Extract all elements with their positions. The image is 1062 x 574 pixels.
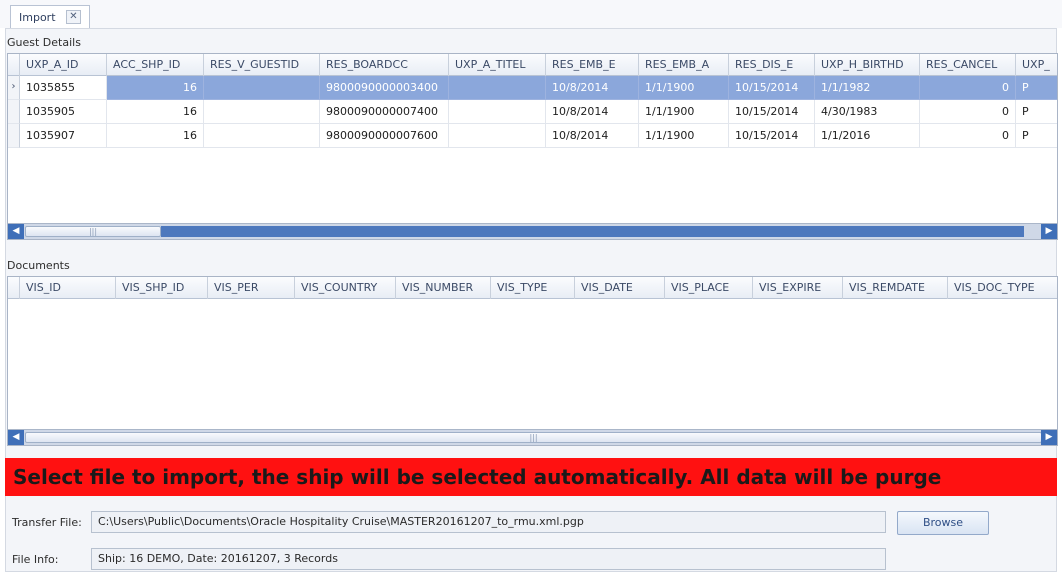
- guest-grid-header: UXP_A_ID ACC_SHP_ID RES_V_GUESTID RES_BOARD…: [8, 54, 1057, 76]
- table-cell[interactable]: 0: [920, 124, 1016, 148]
- table-cell[interactable]: 16: [107, 76, 204, 100]
- table-cell[interactable]: 10/8/2014: [546, 100, 639, 124]
- close-icon[interactable]: ✕: [66, 10, 81, 24]
- table-cell[interactable]: [449, 124, 546, 148]
- table-cell[interactable]: 10/15/2014: [729, 124, 815, 148]
- documents-grid[interactable]: VIS_ID VIS_SHP_ID VIS_PER VIS_COUNTRY VIS_NU…: [7, 276, 1058, 446]
- row-indicator[interactable]: [8, 124, 20, 148]
- tab-import-label: Import: [19, 10, 56, 24]
- guest-details-grid[interactable]: UXP_A_ID ACC_SHP_ID RES_V_GUESTID RES_BOARD…: [7, 53, 1058, 240]
- table-cell[interactable]: 1/1/2016: [815, 124, 920, 148]
- table-row[interactable]: › 1035855 16 9800090000003400 10/8/2014 1/1/1…: [8, 76, 1057, 100]
- guest-grid-hscroll[interactable]: ◀ ||| ▶: [8, 223, 1057, 239]
- table-cell[interactable]: 1035855: [20, 76, 107, 100]
- column-header-uxp[interactable]: UXP_: [1016, 54, 1057, 76]
- table-cell[interactable]: P: [1016, 76, 1057, 100]
- column-header-res-boardcc[interactable]: RES_BOARDCC: [320, 54, 449, 76]
- table-cell[interactable]: P: [1016, 124, 1057, 148]
- table-cell[interactable]: 1035907: [20, 124, 107, 148]
- column-header-vis-type[interactable]: VIS_TYPE: [491, 277, 575, 299]
- column-header-res-emb-e[interactable]: RES_EMB_E: [546, 54, 639, 76]
- column-header-uxp-a-id[interactable]: UXP_A_ID: [20, 54, 107, 76]
- table-cell[interactable]: 4/30/1983: [815, 100, 920, 124]
- transfer-file-label: Transfer File:: [12, 516, 82, 529]
- table-cell[interactable]: [449, 100, 546, 124]
- column-header-vis-remdate[interactable]: VIS_REMDATE: [843, 277, 948, 299]
- column-header-vis-shp-id[interactable]: VIS_SHP_ID: [116, 277, 208, 299]
- column-header-vis-id[interactable]: VIS_ID: [20, 277, 116, 299]
- documents-grid-hscroll[interactable]: ◀ ||| ▶: [8, 429, 1057, 445]
- table-cell[interactable]: 9800090000007400: [320, 100, 449, 124]
- column-header-vis-country[interactable]: VIS_COUNTRY: [295, 277, 396, 299]
- transfer-file-field[interactable]: C:\Users\Public\Documents\Oracle Hospita…: [91, 511, 886, 533]
- tab-import[interactable]: Import ✕: [10, 5, 90, 28]
- table-cell[interactable]: 10/15/2014: [729, 100, 815, 124]
- guest-details-label: Guest Details: [7, 36, 81, 49]
- table-cell[interactable]: 10/8/2014: [546, 76, 639, 100]
- table-cell[interactable]: 16: [107, 124, 204, 148]
- table-cell[interactable]: [204, 76, 320, 100]
- column-header-vis-date[interactable]: VIS_DATE: [575, 277, 665, 299]
- scroll-track[interactable]: [161, 226, 1024, 237]
- scroll-thumb[interactable]: |||: [25, 432, 1042, 443]
- table-row[interactable]: 1035905 16 9800090000007400 10/8/2014 1/1/19…: [8, 100, 1057, 124]
- browse-button[interactable]: Browse: [897, 511, 989, 535]
- table-cell[interactable]: 1/1/1982: [815, 76, 920, 100]
- table-cell[interactable]: 1/1/1900: [639, 76, 729, 100]
- table-row[interactable]: 1035907 16 9800090000007600 10/8/2014 1/1/19…: [8, 124, 1057, 148]
- column-header-vis-place[interactable]: VIS_PLACE: [665, 277, 753, 299]
- table-cell[interactable]: 10/8/2014: [546, 124, 639, 148]
- column-header-res-emb-a[interactable]: RES_EMB_A: [639, 54, 729, 76]
- table-cell[interactable]: [204, 124, 320, 148]
- table-cell[interactable]: 1035905: [20, 100, 107, 124]
- table-cell[interactable]: [204, 100, 320, 124]
- tab-bar: Import ✕: [0, 0, 1062, 28]
- table-cell[interactable]: 0: [920, 76, 1016, 100]
- table-cell[interactable]: 10/15/2014: [729, 76, 815, 100]
- column-header-acc-shp-id[interactable]: ACC_SHP_ID: [107, 54, 204, 76]
- file-info-field: Ship: 16 DEMO, Date: 20161207, 3 Records: [91, 548, 886, 570]
- scroll-right-icon[interactable]: ▶: [1041, 224, 1057, 239]
- documents-grid-header: VIS_ID VIS_SHP_ID VIS_PER VIS_COUNTRY VIS_NU…: [8, 277, 1057, 299]
- import-warning-banner: Select file to import, the ship will be …: [5, 458, 1057, 496]
- column-header-vis-per[interactable]: VIS_PER: [208, 277, 295, 299]
- column-header-res-v-guestid[interactable]: RES_V_GUESTID: [204, 54, 320, 76]
- table-cell[interactable]: 9800090000007600: [320, 124, 449, 148]
- documents-label: Documents: [7, 259, 70, 272]
- column-header-uxp-h-birthd[interactable]: UXP_H_BIRTHD: [815, 54, 920, 76]
- documents-header-corner: [8, 277, 20, 299]
- column-header-res-dis-e[interactable]: RES_DIS_E: [729, 54, 815, 76]
- scroll-right-icon[interactable]: ▶: [1041, 430, 1057, 445]
- row-indicator[interactable]: [8, 100, 20, 124]
- scroll-thumb[interactable]: |||: [25, 226, 161, 237]
- column-header-vis-number[interactable]: VIS_NUMBER: [396, 277, 491, 299]
- scroll-left-icon[interactable]: ◀: [8, 430, 24, 445]
- table-cell[interactable]: 9800090000003400: [320, 76, 449, 100]
- column-header-uxp-a-titel[interactable]: UXP_A_TITEL: [449, 54, 546, 76]
- table-cell[interactable]: 16: [107, 100, 204, 124]
- scroll-left-icon[interactable]: ◀: [8, 224, 24, 239]
- column-header-vis-expire[interactable]: VIS_EXPIRE: [753, 277, 843, 299]
- table-cell[interactable]: 1/1/1900: [639, 100, 729, 124]
- column-header-vis-doc-type[interactable]: VIS_DOC_TYPE: [948, 277, 1057, 299]
- guest-header-corner: [8, 54, 20, 76]
- column-header-res-cancel[interactable]: RES_CANCEL: [920, 54, 1016, 76]
- table-cell[interactable]: [449, 76, 546, 100]
- current-row-arrow-icon[interactable]: ›: [8, 76, 20, 100]
- table-cell[interactable]: 1/1/1900: [639, 124, 729, 148]
- table-cell[interactable]: P: [1016, 100, 1057, 124]
- file-info-label: File Info:: [12, 553, 59, 566]
- table-cell[interactable]: 0: [920, 100, 1016, 124]
